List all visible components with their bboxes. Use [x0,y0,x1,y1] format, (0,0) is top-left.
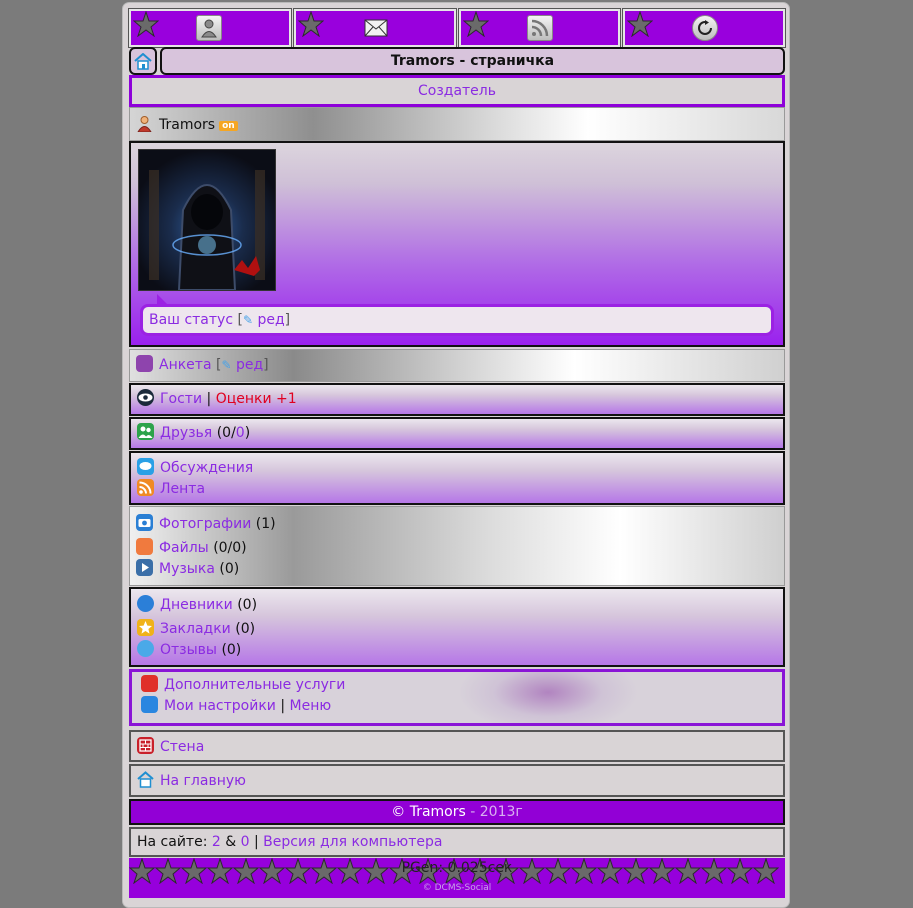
page-gen-time: PGen: 0.025сек [401,860,513,876]
settings-link[interactable]: Мои настройки [164,698,276,714]
content: Создатель Tramors on Ваш статус [✎ ред] … [129,3,785,903]
chat-icon [137,458,154,475]
footer-year: - 2013г [470,804,523,820]
eye-icon [137,389,154,406]
status-edit-link[interactable]: ред [257,312,284,328]
separator: | [206,391,212,407]
coins-icon [141,675,158,692]
rss-feed-icon [137,479,154,496]
user-nick: Tramors [159,117,216,133]
friends-count-b[interactable]: 0 [236,425,245,441]
star-bar: PGen: 0.025сек © DCMS-Social [129,858,785,898]
credit-link[interactable]: © DCMS-Social [129,883,785,893]
guests-link[interactable]: Гости [160,391,202,407]
music-link[interactable]: Музыка [159,561,215,577]
bookmark-star-icon [137,619,154,636]
photos-link[interactable]: Фотографии [159,516,251,532]
home-row: На главную [129,764,785,797]
diaries-link[interactable]: Дневники [160,597,233,613]
friends-count: (0/0) [216,425,251,441]
home-icon [137,771,154,788]
compass-icon [137,595,154,612]
profile-panel: Ваш статус [✎ ред] [129,141,785,347]
user-avatar-icon [136,115,153,133]
online-users-link[interactable]: 2 [212,834,221,850]
anketa-link[interactable]: Анкета [159,357,212,373]
bookmarks-link[interactable]: Закладки [160,621,231,637]
reviews-count: (0) [221,642,242,658]
wall-link[interactable]: Стена [160,739,204,755]
ratings-link[interactable]: Оценки +1 [216,391,297,407]
wrench-icon [141,696,158,713]
creator-link[interactable]: Создатель [418,83,496,99]
pc-version-link[interactable]: Версия для компьютера [263,834,442,850]
amp: & [225,834,237,850]
separator: | [280,698,286,714]
feed-link[interactable]: Лента [160,481,205,497]
friends-icon [137,423,154,440]
pencil-icon: ✎ [221,358,232,372]
play-icon [136,559,153,576]
friends-row: Друзья (0/0) [129,417,785,450]
music-count: (0) [219,561,240,577]
extra-services-link[interactable]: Дополнительные услуги [164,677,345,693]
media-section: Фотографии (1) Файлы (0/0) Музыка (0) [129,506,785,586]
diaries-count: (0) [237,597,258,613]
creator-label: Создатель [129,75,785,107]
bracket-close: ] [263,357,269,373]
online-prefix: На сайте: [137,834,208,850]
avatar-image [149,170,265,290]
bookmarks-count: (0) [235,621,256,637]
files-link[interactable]: Файлы [159,540,209,556]
online-guests-link[interactable]: 0 [241,834,250,850]
photos-count: (1) [255,516,276,532]
reviews-icon [137,640,154,657]
files-icon [136,538,153,555]
guests-row: Гости | Оценки +1 [129,383,785,416]
status-label[interactable]: Ваш статус [149,312,233,328]
page-container: Tramors - страничка Создатель Tramorson [122,2,790,908]
anketa-edit-link[interactable]: ред [236,357,263,373]
friends-link[interactable]: Друзья [160,425,212,441]
camera-icon [136,514,153,531]
avatar[interactable] [138,149,276,291]
separator: | [254,834,259,850]
wall-row: Стена [129,730,785,762]
form-icon [136,355,153,372]
blogs-section: Дневники (0) Закладки (0) Отзывы (0) [129,587,785,667]
anketa-row: Анкета [✎ ред] [129,349,785,382]
footer-copyright: © Tramors - 2013г [129,799,785,825]
wall-icon [137,737,154,754]
files-count: (0/0) [213,540,247,556]
status-box: Ваш статус [✎ ред] [140,294,774,336]
reviews-link[interactable]: Отзывы [160,642,217,658]
user-row: Tramors on [129,107,785,141]
friends-count-a: 0 [222,425,232,441]
online-badge: on [219,121,238,131]
services-section: Дополнительные услуги Мои настройки | Ме… [129,669,785,726]
online-row: На сайте: 2 & 0 | Версия для компьютера [129,827,785,857]
menu-link[interactable]: Меню [290,698,332,714]
copyright-sign: © [391,804,406,820]
bracket-close: ] [284,312,291,328]
feeds-section: Обсуждения Лента [129,451,785,505]
footer-nick[interactable]: Tramors [410,804,466,820]
pencil-icon: ✎ [242,313,253,327]
home-link[interactable]: На главную [160,773,246,789]
discussions-link[interactable]: Обсуждения [160,460,253,476]
